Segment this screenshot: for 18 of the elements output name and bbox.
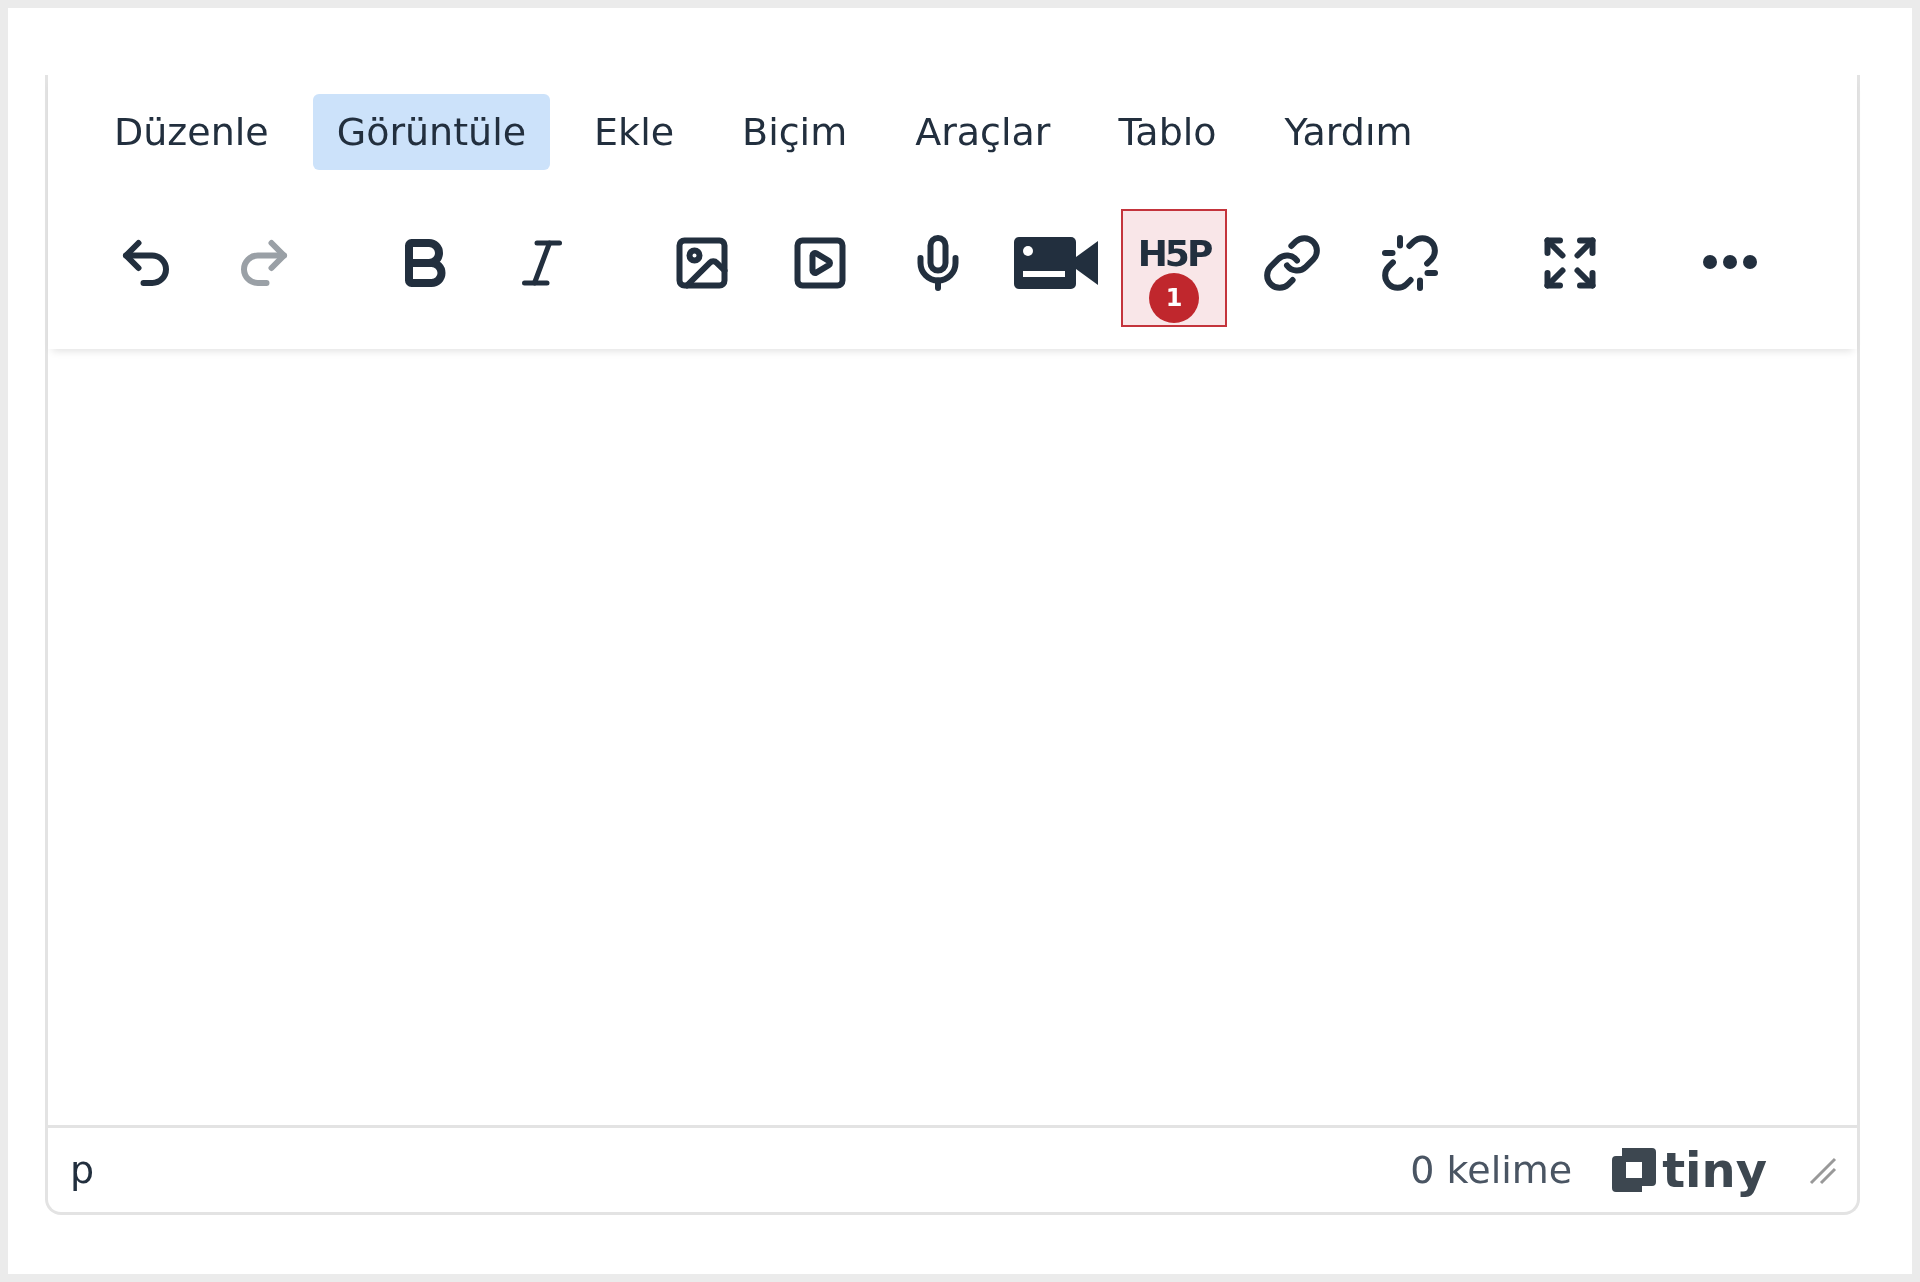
menu-item[interactable]: Araçlar — [891, 94, 1075, 170]
brand-logo[interactable]: tiny — [1612, 1142, 1767, 1198]
menu-item[interactable]: Düzenle — [90, 94, 293, 170]
menu-item[interactable]: Görüntüle — [312, 94, 551, 170]
unlink-icon — [1380, 233, 1440, 293]
brand-name: tiny — [1662, 1142, 1767, 1198]
more-icon — [1703, 255, 1757, 269]
word-count[interactable]: 0 kelime — [1410, 1148, 1573, 1192]
menu-item[interactable]: Tablo — [1094, 94, 1241, 170]
menu-item[interactable]: Yardım — [1260, 94, 1437, 170]
resize-handle-icon[interactable] — [1807, 1155, 1837, 1185]
element-path[interactable]: p — [70, 1148, 1371, 1192]
h5p-button[interactable]: H5P 1 — [1121, 209, 1227, 327]
cube-logo-icon — [1612, 1146, 1657, 1194]
menu-item[interactable]: Biçim — [718, 94, 872, 170]
menu-item[interactable]: Ekle — [570, 94, 699, 170]
annotation-badge: 1 — [1149, 273, 1199, 323]
link-icon — [1262, 233, 1322, 293]
